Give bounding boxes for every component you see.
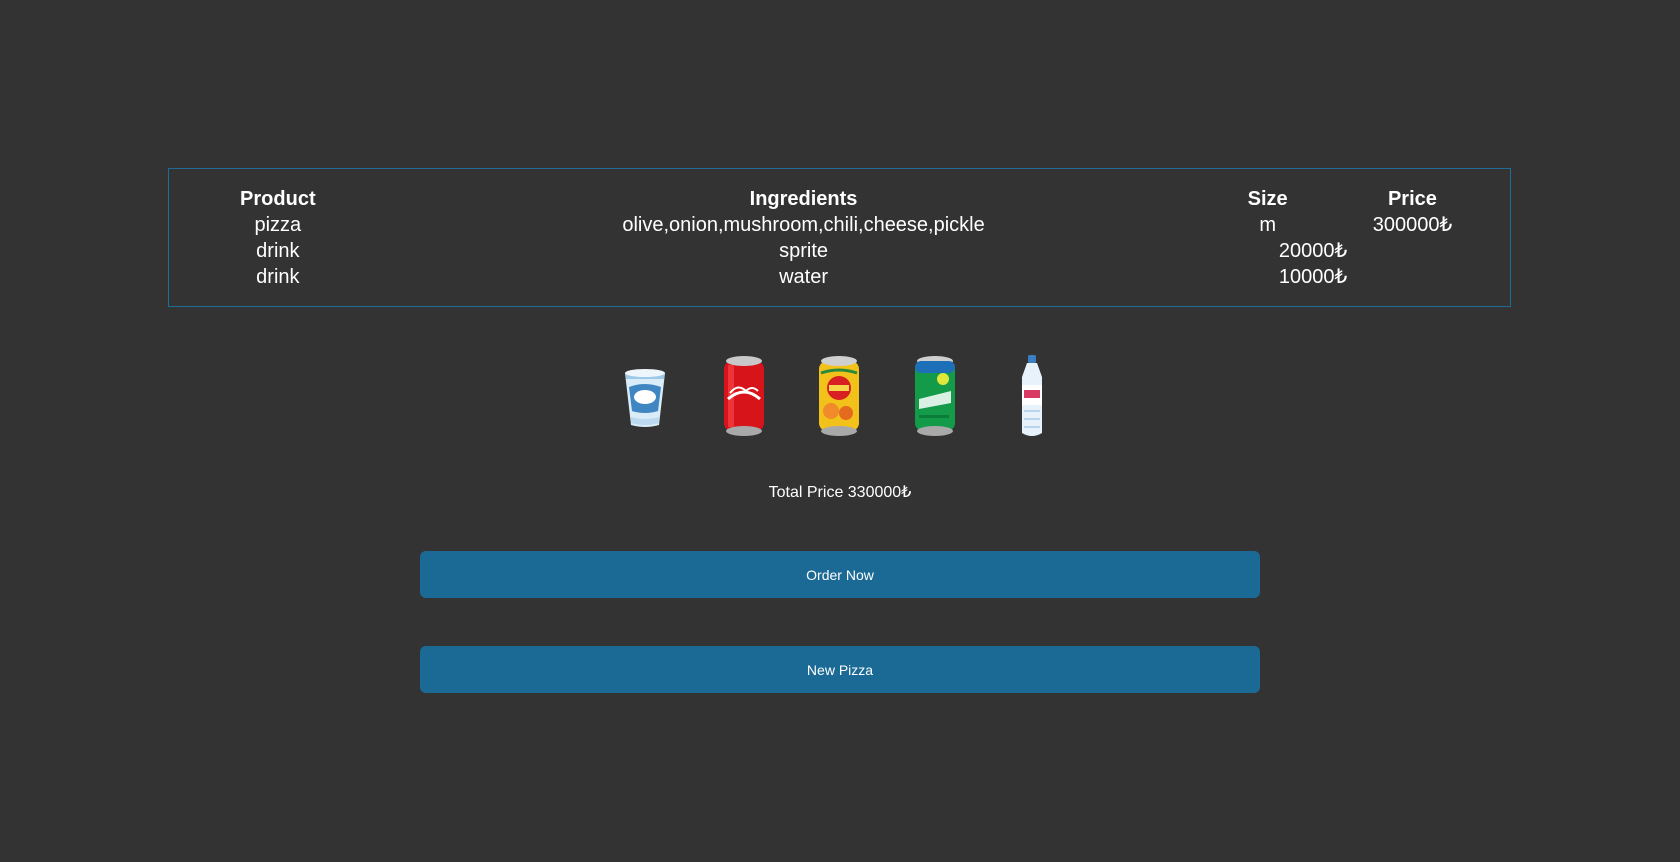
total-price: Total Price 330000₺ <box>768 484 912 501</box>
table-row: drink water 10000₺ <box>169 264 1510 290</box>
evian-bottle-icon[interactable] <box>1018 355 1046 439</box>
coca-cola-can-icon[interactable] <box>720 355 768 437</box>
order-summary-table: Product Ingredients Size Price pizza oli… <box>169 186 1510 290</box>
header-size: Size <box>1247 188 1288 210</box>
drink-options <box>0 353 1680 438</box>
cell-ingredients: sprite <box>779 240 828 262</box>
header-ingredients: Ingredients <box>749 188 858 210</box>
header-price: Price <box>1387 188 1437 210</box>
lipton-can-icon[interactable] <box>815 355 863 437</box>
cell-product: pizza <box>254 214 302 236</box>
header-product: Product <box>240 188 316 210</box>
cell-product: drink <box>256 240 300 262</box>
order-now-button[interactable]: Order Now <box>420 551 1260 598</box>
table-header-row: Product Ingredients Size Price <box>169 186 1510 212</box>
ayran-icon[interactable] <box>623 367 667 429</box>
table-row: drink sprite 20000₺ <box>169 238 1510 264</box>
table-row: pizza olive,onion,mushroom,chili,cheese,… <box>169 212 1510 238</box>
cell-ingredients: olive,onion,mushroom,chili,cheese,pickle <box>622 214 985 236</box>
cell-price: 20000₺ <box>1278 240 1348 262</box>
cell-ingredients: water <box>779 266 828 288</box>
cell-size: m <box>1259 214 1276 236</box>
sprite-can-icon[interactable] <box>911 355 959 437</box>
new-pizza-button[interactable]: New Pizza <box>420 646 1260 693</box>
cell-product: drink <box>256 266 300 288</box>
cell-price: 300000₺ <box>1372 214 1453 236</box>
cell-price: 10000₺ <box>1278 266 1348 288</box>
order-summary-table-box: Product Ingredients Size Price pizza oli… <box>168 168 1511 307</box>
